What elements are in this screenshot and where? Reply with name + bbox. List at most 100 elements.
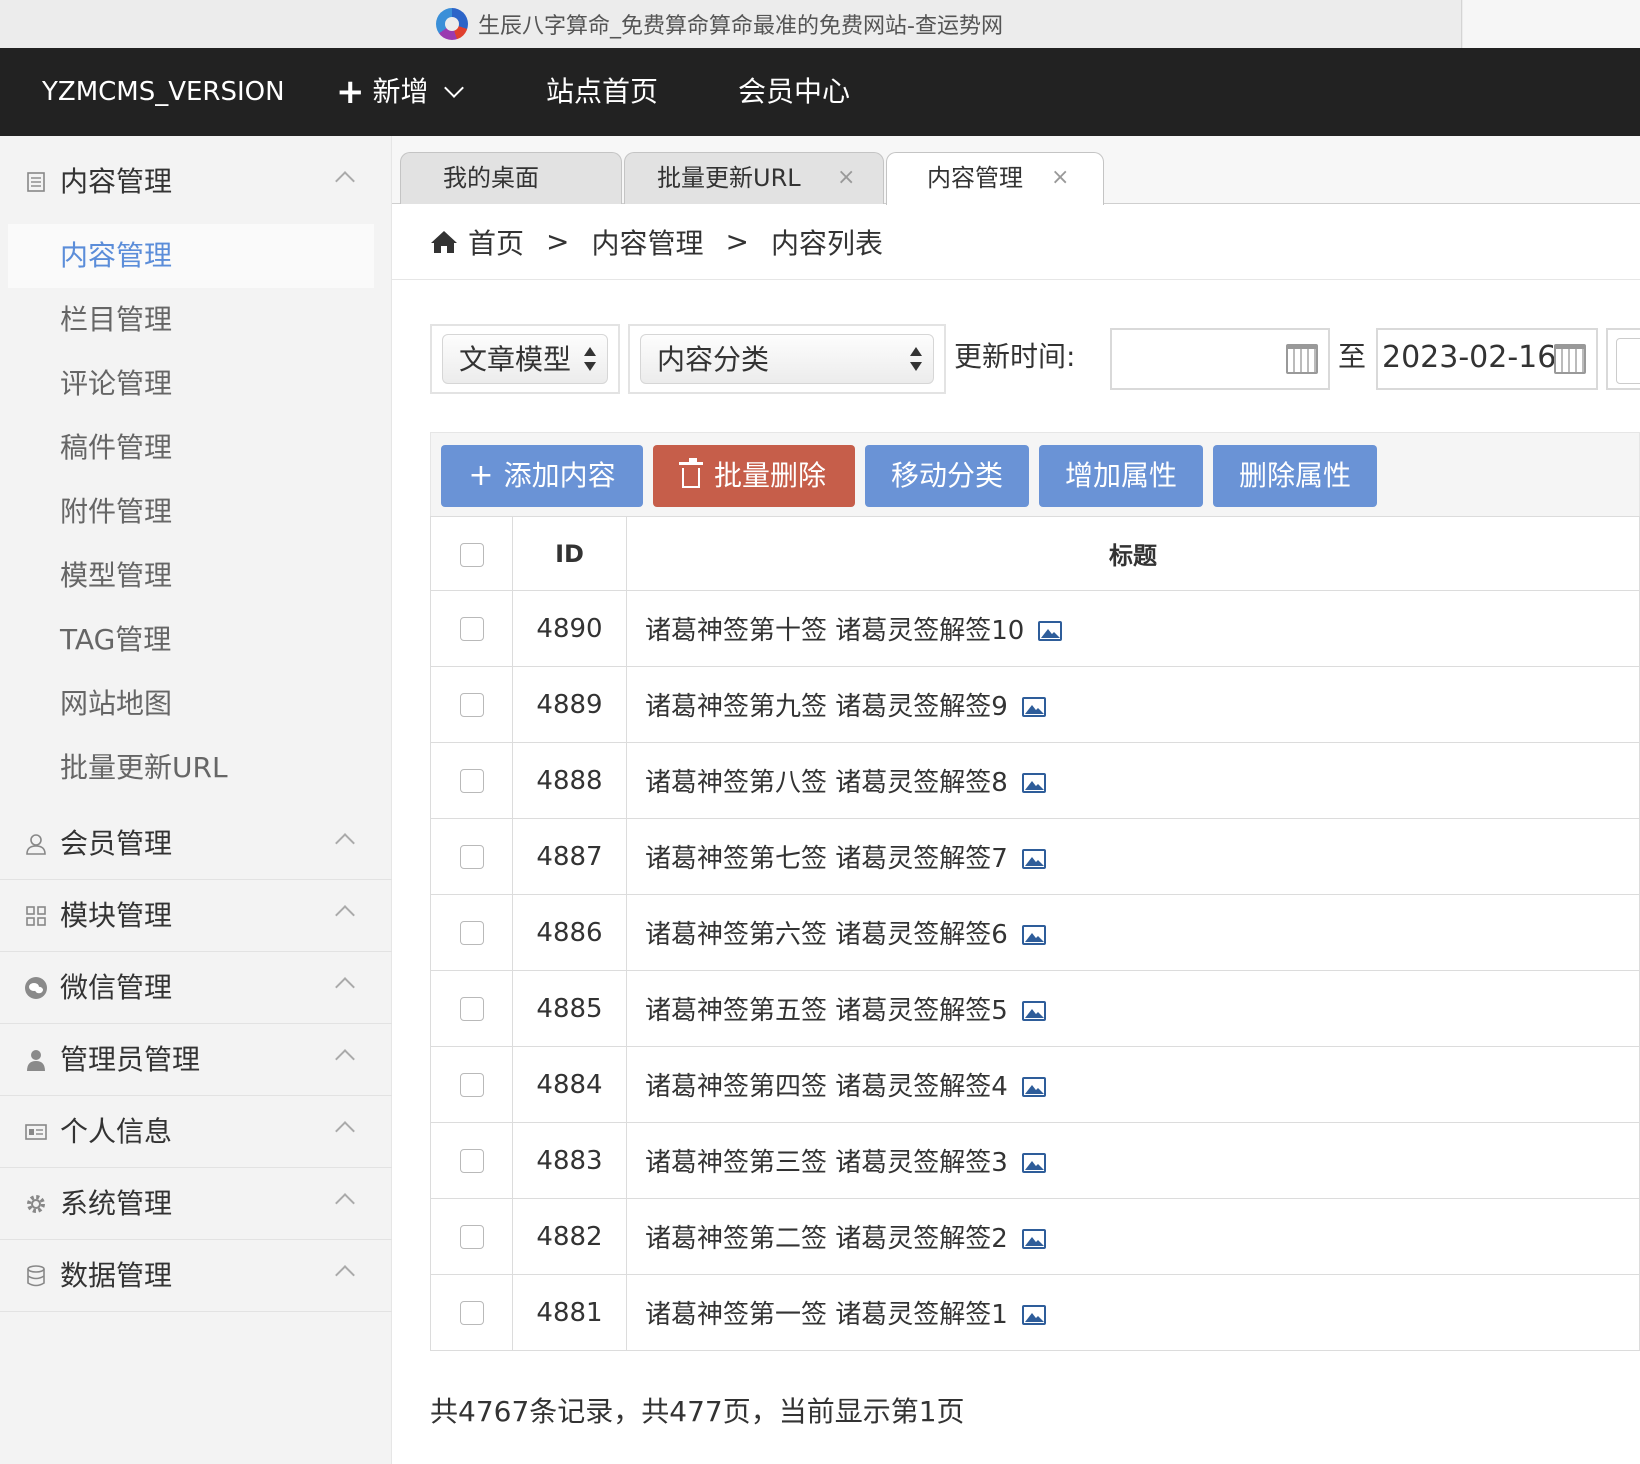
row-title-link[interactable]: 诸葛神签第六签 诸葛灵签解签6 <box>645 920 1008 950</box>
date-from-input[interactable] <box>1110 328 1330 390</box>
row-id: 4885 <box>512 970 627 1047</box>
row-id: 4886 <box>512 894 627 971</box>
row-checkbox[interactable] <box>459 1225 484 1249</box>
browser-tab[interactable]: 生辰八字算命_免费算命算命最准的免费网站-查运势网 <box>0 0 1462 48</box>
row-title-link[interactable]: 诸葛神签第八签 诸葛灵签解签8 <box>645 768 1008 798</box>
calendar-icon[interactable] <box>1286 344 1318 374</box>
image-icon <box>1038 621 1063 641</box>
row-checkbox[interactable] <box>459 1301 484 1325</box>
row-checkbox[interactable] <box>459 1073 484 1097</box>
tab-batch-update-url[interactable]: 批量更新URL × <box>624 152 884 204</box>
sidebar-item-sitemap[interactable]: 网站地图 <box>8 672 374 736</box>
breadcrumb-level1[interactable]: 内容管理 <box>591 222 703 262</box>
image-icon <box>1021 849 1046 869</box>
row-checkbox[interactable] <box>459 617 484 641</box>
category-select[interactable]: 内容分类 <box>640 334 934 384</box>
row-checkbox[interactable] <box>459 693 484 717</box>
row-checkbox[interactable] <box>459 997 484 1021</box>
add-content-button[interactable]: + 添加内容 <box>441 445 643 507</box>
sidebar-group-content[interactable]: 内容管理 <box>0 146 392 218</box>
chevron-up-icon <box>335 1049 355 1069</box>
row-title-cell: 诸葛神签第一签 诸葛灵签解签1 <box>626 1274 1640 1351</box>
action-toolbar: + 添加内容 批量删除 移动分类 增加属性 删除属性 <box>430 432 1640 516</box>
row-checkbox[interactable] <box>459 1149 484 1173</box>
row-title-cell: 诸葛神签第四签 诸葛灵签解签4 <box>626 1046 1640 1123</box>
site-home-link[interactable]: 站点首页 <box>546 48 658 136</box>
row-title-link[interactable]: 诸葛神签第一签 诸葛灵签解签1 <box>645 1300 1008 1330</box>
batch-delete-button[interactable]: 批量删除 <box>653 445 855 507</box>
model-select[interactable]: 文章模型 <box>442 334 608 384</box>
tab-content-manage[interactable]: 内容管理 × <box>886 152 1104 205</box>
table-header-row: ID 标题 <box>430 516 1640 591</box>
sidebar-group-label: 模块管理 <box>60 899 173 932</box>
sidebar-group-data[interactable]: 数据管理 <box>0 1240 392 1312</box>
sidebar-item-tag-manage[interactable]: TAG管理 <box>8 608 374 672</box>
close-icon[interactable]: × <box>837 153 855 203</box>
row-title-link[interactable]: 诸葛神签第四签 诸葛灵签解签4 <box>645 1072 1008 1102</box>
sidebar-item-content-manage[interactable]: 内容管理 <box>8 224 374 288</box>
row-title-link[interactable]: 诸葛神签第十签 诸葛灵签解签10 <box>645 616 1024 646</box>
sidebar-group-wechat[interactable]: 微信管理 <box>0 952 392 1024</box>
row-checkbox-cell <box>430 894 513 971</box>
sidebar-item-category-manage[interactable]: 栏目管理 <box>8 288 374 352</box>
image-icon <box>1021 925 1046 945</box>
sidebar-item-draft-manage[interactable]: 稿件管理 <box>8 416 374 480</box>
sidebar-group-member[interactable]: 会员管理 <box>0 808 392 880</box>
breadcrumb-separator: > <box>546 225 570 258</box>
row-checkbox[interactable] <box>459 921 484 945</box>
table-row: 4882 诸葛神签第二签 诸葛灵签解签2 <box>430 1198 1640 1275</box>
image-icon <box>1021 697 1046 717</box>
sidebar-group-module[interactable]: 模块管理 <box>0 880 392 952</box>
sidebar-group-profile[interactable]: 个人信息 <box>0 1096 392 1168</box>
sidebar-group-label: 管理员管理 <box>60 1043 201 1076</box>
row-title-link[interactable]: 诸葛神签第二签 诸葛灵签解签2 <box>645 1224 1008 1254</box>
row-title-link[interactable]: 诸葛神签第九签 诸葛灵签解签9 <box>645 692 1008 722</box>
image-icon <box>1021 1001 1046 1021</box>
table-row: 4886 诸葛神签第六签 诸葛灵签解签6 <box>430 894 1640 971</box>
table-row: 4888 诸葛神签第八签 诸葛灵签解签8 <box>430 742 1640 819</box>
sidebar-group-admin[interactable]: 管理员管理 <box>0 1024 392 1096</box>
add-attribute-button[interactable]: 增加属性 <box>1039 445 1203 507</box>
model-select-value: 文章模型 <box>459 343 572 376</box>
row-title-link[interactable]: 诸葛神签第三签 诸葛灵签解签3 <box>645 1148 1008 1178</box>
row-checkbox-cell <box>430 970 513 1047</box>
table-row: 4885 诸葛神签第五签 诸葛灵签解签5 <box>430 970 1640 1047</box>
add-new-dropdown[interactable]: + 新增 <box>336 48 464 136</box>
brand-logo[interactable]: YZMCMS_VERSION <box>42 48 285 136</box>
sidebar-item-model-manage[interactable]: 模型管理 <box>8 544 374 608</box>
row-checkbox[interactable] <box>459 769 484 793</box>
row-title-link[interactable]: 诸葛神签第七签 诸葛灵签解签7 <box>645 844 1008 874</box>
tab-my-desktop[interactable]: 我的桌面 <box>400 152 622 204</box>
row-id: 4884 <box>512 1046 627 1123</box>
row-checkbox[interactable] <box>459 845 484 869</box>
calendar-icon[interactable] <box>1554 344 1586 374</box>
sidebar-group-system[interactable]: 系统管理 <box>0 1168 392 1240</box>
breadcrumb-home[interactable]: 首页 <box>468 222 524 262</box>
sidebar-item-comment-manage[interactable]: 评论管理 <box>8 352 374 416</box>
chevron-up-icon <box>335 1265 355 1285</box>
image-icon <box>1021 1077 1046 1097</box>
member-center-link[interactable]: 会员中心 <box>738 48 850 136</box>
header-id[interactable]: ID <box>512 516 627 591</box>
browser-tab-blank[interactable] <box>1463 0 1640 48</box>
row-title-link[interactable]: 诸葛神签第五签 诸葛灵签解签5 <box>645 996 1008 1026</box>
close-icon[interactable]: × <box>1051 153 1069 203</box>
breadcrumb: 首页 > 内容管理 > 内容列表 <box>392 204 1640 280</box>
select-all-checkbox[interactable] <box>459 542 484 567</box>
add-new-label: 新增 <box>372 75 429 108</box>
table-row: 4889 诸葛神签第九签 诸葛灵签解签9 <box>430 666 1640 743</box>
row-checkbox-cell <box>430 1046 513 1123</box>
top-navbar: YZMCMS_VERSION + 新增 站点首页 会员中心 <box>0 48 1640 136</box>
document-icon <box>24 170 48 194</box>
filter-extra-select[interactable] <box>1606 328 1640 390</box>
row-title-cell: 诸葛神签第二签 诸葛灵签解签2 <box>626 1198 1640 1275</box>
row-id: 4883 <box>512 1122 627 1199</box>
row-checkbox-cell <box>430 742 513 819</box>
move-category-button[interactable]: 移动分类 <box>865 445 1029 507</box>
filter-bar: 文章模型 内容分类 更新时间: 至 2023-02-16 <box>430 324 1640 394</box>
delete-attribute-button[interactable]: 删除属性 <box>1213 445 1377 507</box>
sidebar-item-batch-update-url[interactable]: 批量更新URL <box>8 736 374 800</box>
sidebar-item-attachment-manage[interactable]: 附件管理 <box>8 480 374 544</box>
chevron-up-icon <box>335 171 355 191</box>
date-to-input[interactable]: 2023-02-16 <box>1376 328 1598 390</box>
